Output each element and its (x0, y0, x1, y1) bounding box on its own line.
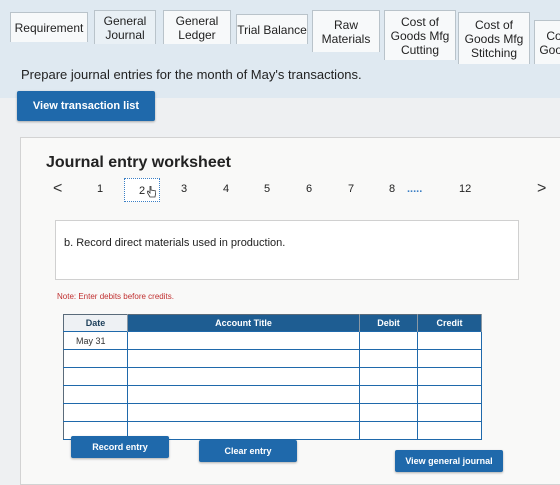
credit-input[interactable] (417, 367, 482, 386)
tab-raw-materials[interactable]: Raw Materials (312, 10, 380, 52)
page-7[interactable]: 7 (348, 183, 354, 195)
credit-input[interactable] (417, 349, 482, 368)
col-credit: Credit (417, 314, 482, 332)
tab-general-ledger[interactable]: General Ledger (163, 10, 231, 44)
credit-input[interactable] (417, 385, 482, 404)
page-12[interactable]: 12 (459, 183, 471, 195)
date-cell (63, 349, 128, 368)
credit-input[interactable] (417, 403, 482, 422)
page-1[interactable]: 1 (97, 183, 103, 195)
debit-credit-note: Note: Enter debits before credits. (57, 292, 174, 301)
account-title-input[interactable] (127, 349, 360, 368)
date-cell (63, 385, 128, 404)
worksheet-title: Journal entry worksheet (46, 154, 231, 171)
page-3[interactable]: 3 (181, 183, 187, 195)
col-debit: Debit (359, 314, 418, 332)
debit-input[interactable] (359, 385, 418, 404)
col-account-title: Account Title (127, 314, 360, 332)
account-title-input[interactable] (127, 403, 360, 422)
debit-input[interactable] (359, 349, 418, 368)
tab-cogm-cutting[interactable]: Cost of Goods Mfg Cutting (384, 10, 456, 60)
account-title-input[interactable] (127, 367, 360, 386)
credit-input[interactable] (417, 331, 482, 350)
debit-input[interactable] (359, 367, 418, 386)
page-ellipsis: ..... (407, 183, 423, 195)
entry-description-box: b. Record direct materials used in produ… (55, 220, 519, 280)
page-8[interactable]: 8 (389, 183, 395, 195)
journal-row (63, 349, 482, 368)
journal-row (63, 385, 482, 404)
tab-general-journal[interactable]: General Journal (94, 10, 156, 44)
debit-input[interactable] (359, 403, 418, 422)
instruction-text: Prepare journal entries for the month of… (21, 67, 362, 82)
tab-co-goods[interactable]: Co Good (534, 20, 560, 64)
account-title-input[interactable] (127, 331, 360, 350)
page-5[interactable]: 5 (264, 183, 270, 195)
view-transaction-list-button[interactable]: View transaction list (17, 91, 155, 121)
journal-row (63, 367, 482, 386)
tab-requirement[interactable]: Requirement (10, 12, 88, 42)
account-title-input[interactable] (127, 385, 360, 404)
page-4[interactable]: 4 (223, 183, 229, 195)
hand-cursor-icon (147, 186, 156, 198)
record-entry-button[interactable]: Record entry (71, 436, 169, 458)
page-6[interactable]: 6 (306, 183, 312, 195)
credit-input[interactable] (417, 421, 482, 440)
entry-pager: < 1 2 3 4 5 6 7 8 ..... 12 > (21, 178, 560, 202)
tab-bar: Requirement General Journal General Ledg… (0, 0, 560, 98)
debit-input[interactable] (359, 331, 418, 350)
date-cell (63, 367, 128, 386)
journal-grid: Date Account Title Debit Credit May 31 (63, 314, 482, 440)
clear-entry-button[interactable]: Clear entry (199, 440, 297, 462)
view-general-journal-button[interactable]: View general journal (395, 450, 503, 472)
journal-row (63, 403, 482, 422)
prev-arrow-icon[interactable]: < (53, 180, 62, 198)
tab-cogm-stitching[interactable]: Cost of Goods Mfg Stitching (458, 12, 530, 64)
col-date: Date (63, 314, 128, 332)
journal-worksheet: Journal entry worksheet < 1 2 3 4 5 6 7 … (20, 137, 560, 485)
entry-description: b. Record direct materials used in produ… (64, 237, 286, 249)
tab-trial-balance[interactable]: Trial Balance (236, 14, 308, 44)
debit-input[interactable] (359, 421, 418, 440)
date-cell: May 31 (63, 331, 128, 350)
next-arrow-icon[interactable]: > (537, 180, 546, 198)
journal-row: May 31 (63, 331, 482, 350)
date-cell (63, 403, 128, 422)
